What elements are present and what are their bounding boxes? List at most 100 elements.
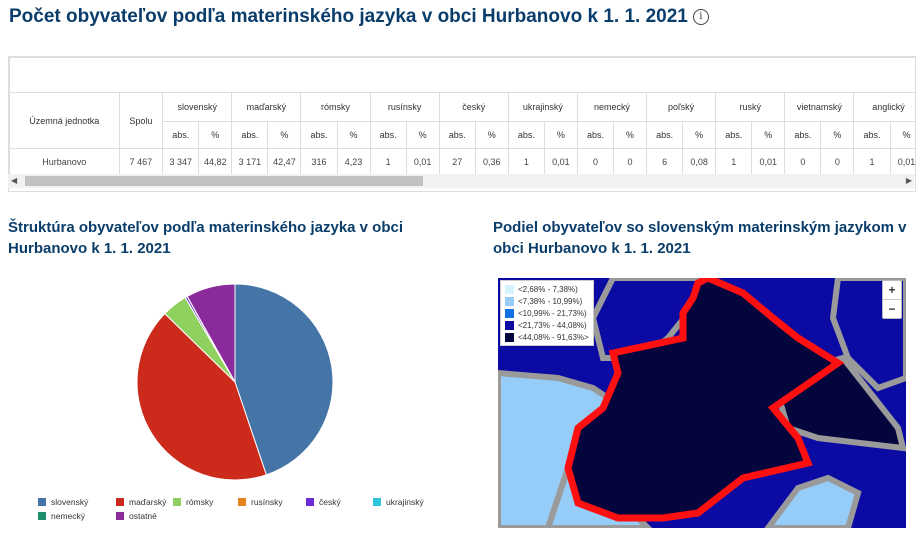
- map-legend-item: <10,99% - 21,73%): [505, 307, 589, 319]
- language-header: český: [438, 92, 509, 122]
- choropleth-map[interactable]: <2,68% - 7,38%) <7,38% - 10,99%) <10,99% -…: [498, 278, 906, 528]
- abs-cell: 1: [853, 148, 891, 176]
- info-icon[interactable]: i: [692, 9, 709, 25]
- total-header: Spolu: [118, 92, 164, 149]
- pct-subheader: %: [267, 121, 302, 149]
- pct-subheader: %: [405, 121, 440, 149]
- legend-label: rusínsky: [251, 497, 283, 507]
- horizontal-scrollbar[interactable]: ◀ ▶: [8, 174, 914, 188]
- map-legend-swatch: [505, 296, 514, 306]
- abs-cell: 6: [646, 148, 684, 176]
- legend-label: ostatné: [129, 511, 157, 521]
- legend-swatch: [373, 498, 381, 506]
- legend-swatch: [116, 498, 124, 506]
- abs-cell: 316: [300, 148, 338, 176]
- abs-cell: 0: [576, 148, 615, 176]
- pct-cell: 0,01: [543, 148, 578, 176]
- abs-subheader: abs.: [715, 121, 753, 149]
- abs-cell: 1: [715, 148, 753, 176]
- abs-subheader: abs.: [300, 121, 338, 149]
- pct-subheader: %: [543, 121, 578, 149]
- map-legend-item: <21,73% - 44,08%): [505, 319, 589, 331]
- pct-cell: 0,01: [889, 148, 915, 176]
- abs-subheader: abs.: [784, 121, 822, 149]
- legend-item[interactable]: slovenský: [38, 497, 88, 507]
- pie-title-line1: Štruktúra obyvateľov podľa materinského …: [8, 219, 404, 236]
- map-legend-label: <10,99% - 21,73%): [518, 308, 587, 318]
- map-legend-swatch: [505, 308, 514, 318]
- scrollbar-thumb[interactable]: [25, 176, 423, 186]
- legend-swatch: [306, 498, 314, 506]
- table-row: Hurbanovo 7 467 3 347 44,82 3 171 42,47 316 4,2…: [9, 148, 915, 176]
- map-legend-label: <7,38% - 10,99%): [518, 296, 583, 306]
- legend-label: nemecký: [51, 511, 86, 521]
- language-header: anglický: [853, 92, 915, 122]
- abs-cell: 3 171: [231, 148, 269, 176]
- legend-label: český: [319, 497, 341, 507]
- legend-item[interactable]: rusínsky: [238, 497, 283, 507]
- pct-subheader: %: [751, 121, 786, 149]
- pct-subheader: %: [889, 121, 915, 149]
- legend-swatch: [38, 512, 46, 520]
- pct-cell: 0,01: [751, 148, 786, 176]
- abs-subheader: abs.: [231, 121, 269, 149]
- abs-subheader: abs.: [646, 121, 684, 149]
- total-cell: 7 467: [118, 148, 164, 176]
- language-header: maďarský: [231, 92, 302, 122]
- abs-subheader: abs.: [576, 121, 615, 149]
- table-group-header: Štruktú: [9, 57, 915, 93]
- language-header: ruský: [715, 92, 786, 122]
- pie-chart: [136, 283, 334, 481]
- language-header: slovenský: [162, 92, 233, 122]
- legend-swatch: [116, 512, 124, 520]
- zoom-out-button[interactable]: −: [883, 299, 901, 318]
- legend-item[interactable]: ostatné: [116, 511, 157, 521]
- pct-cell: 44,82: [198, 148, 233, 176]
- legend-label: ukrajinský: [386, 497, 424, 507]
- legend-item[interactable]: český: [306, 497, 341, 507]
- map-legend-item: <44,08% - 91,63%>: [505, 331, 589, 343]
- legend-label: maďarský: [129, 497, 167, 507]
- map-legend-label: <44,08% - 91,63%>: [518, 332, 589, 342]
- abs-subheader: abs.: [369, 121, 407, 149]
- map-legend-item: <2,68% - 7,38%): [505, 283, 589, 295]
- legend-item[interactable]: maďarský: [116, 497, 166, 507]
- legend-swatch: [173, 498, 181, 506]
- language-header: nemecký: [576, 92, 648, 122]
- pct-cell: 4,23: [336, 148, 371, 176]
- abs-cell: 0: [784, 148, 822, 176]
- language-header: poľský: [646, 92, 717, 122]
- territory-header: Územná jednotka: [9, 92, 120, 149]
- abs-cell: 1: [369, 148, 407, 176]
- language-table: Štruktú Územná jednotkaSpoluslovenskýmaďa…: [9, 57, 915, 176]
- legend-item[interactable]: rómsky: [173, 497, 213, 507]
- scroll-right-arrow-icon[interactable]: ▶: [906, 176, 912, 185]
- pct-cell: 0,01: [405, 148, 440, 176]
- pct-cell: 0,36: [474, 148, 509, 176]
- map-legend-swatch: [505, 320, 514, 330]
- legend-item[interactable]: nemecký: [38, 511, 85, 521]
- legend-item[interactable]: ukrajinský: [373, 497, 424, 507]
- zoom-control: + −: [882, 280, 902, 319]
- map-legend-swatch: [505, 332, 514, 342]
- page-title: Počet obyvateľov podľa materinského jazy…: [9, 6, 709, 28]
- map-region-southeast-small[interactable]: [764, 474, 862, 528]
- pct-cell: 42,47: [267, 148, 302, 176]
- language-header: vietnamský: [784, 92, 855, 122]
- pct-subheader: %: [198, 121, 233, 149]
- abs-subheader: abs.: [853, 121, 891, 149]
- pie-title-line2: Hurbanovo k 1. 1. 2021: [8, 240, 171, 257]
- language-header: ukrajinský: [507, 92, 578, 122]
- legend-label: slovenský: [51, 497, 89, 507]
- map-legend-swatch: [505, 284, 514, 294]
- zoom-in-button[interactable]: +: [883, 281, 901, 299]
- map-legend: <2,68% - 7,38%) <7,38% - 10,99%) <10,99% -…: [500, 280, 594, 346]
- legend-label: rómsky: [186, 497, 214, 507]
- scroll-left-arrow-icon[interactable]: ◀: [11, 176, 17, 185]
- pct-subheader: %: [336, 121, 371, 149]
- pct-cell: 0: [613, 148, 648, 176]
- pct-subheader: %: [474, 121, 509, 149]
- language-table-container: Štruktú Územná jednotkaSpoluslovenskýmaďa…: [8, 56, 916, 192]
- language-header: rusínsky: [369, 92, 440, 122]
- map-section-title: Podiel obyvateľov so slovenským materins…: [493, 217, 906, 259]
